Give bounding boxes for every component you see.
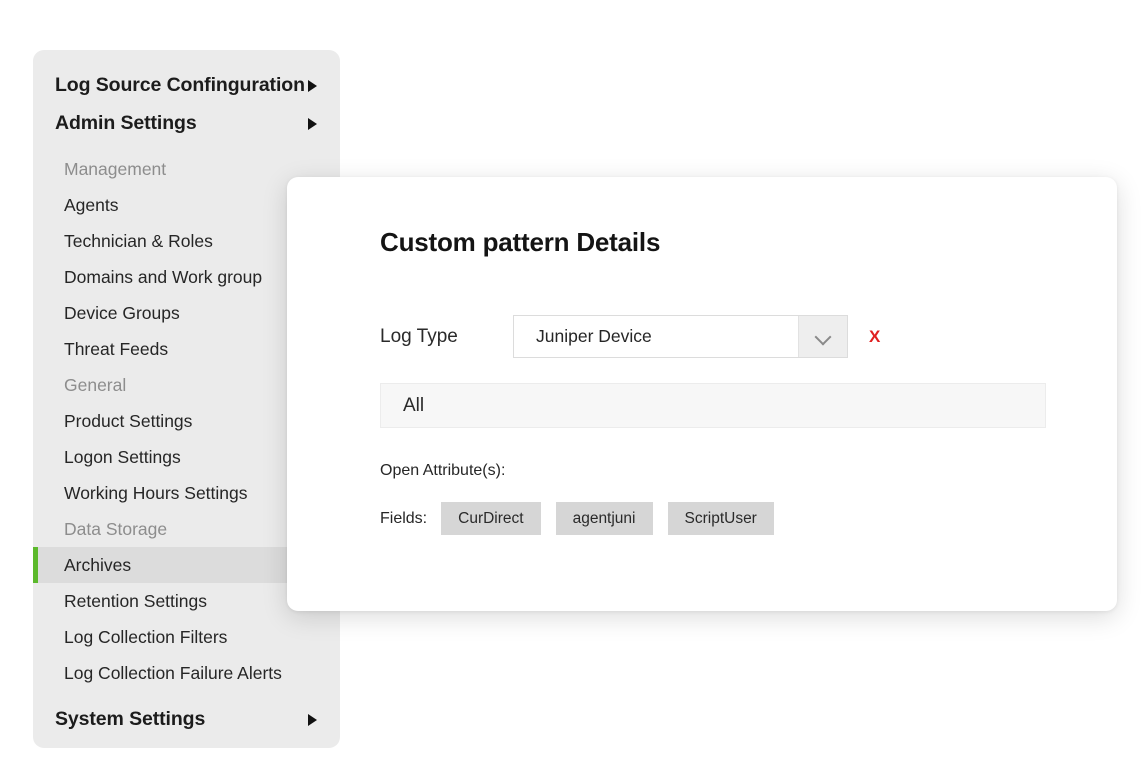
- log-type-select[interactable]: Juniper Device: [513, 315, 848, 358]
- caret-right-icon: [308, 714, 317, 726]
- sidebar-item-label: System Settings: [55, 708, 205, 731]
- log-type-row: Log Type Juniper Device X: [380, 315, 880, 358]
- log-type-selected-value: Juniper Device: [514, 316, 798, 357]
- fields-row: Fields: CurDirect agentjuni ScriptUser: [380, 502, 789, 535]
- chevron-down-icon: [816, 329, 831, 344]
- field-chip[interactable]: agentjuni: [556, 502, 653, 535]
- open-attributes-label: Open Attribute(s):: [380, 462, 505, 480]
- field-chip[interactable]: ScriptUser: [668, 502, 774, 535]
- field-chip[interactable]: CurDirect: [441, 502, 540, 535]
- sidebar-item-label: Admin Settings: [55, 112, 197, 135]
- sidebar-item-log-collection-filters[interactable]: Log Collection Filters: [33, 619, 340, 655]
- caret-right-icon: [308, 118, 317, 130]
- custom-pattern-details-dialog: Custom pattern Details Log Type Juniper …: [287, 177, 1117, 611]
- caret-right-icon: [308, 80, 317, 92]
- sidebar-item-system-settings[interactable]: System Settings: [33, 701, 340, 738]
- sidebar-item-log-source-confinguration[interactable]: Log Source Confinguration: [33, 67, 340, 104]
- log-type-dropdown-button[interactable]: [798, 316, 847, 357]
- remove-log-type-button[interactable]: X: [869, 328, 880, 345]
- dialog-title: Custom pattern Details: [380, 227, 660, 258]
- sidebar-item-admin-settings[interactable]: Admin Settings: [33, 105, 340, 142]
- log-type-label: Log Type: [380, 326, 513, 348]
- sidebar-item-log-collection-failure-alerts[interactable]: Log Collection Failure Alerts: [33, 655, 340, 691]
- sidebar-item-label: Log Source Confinguration: [55, 74, 305, 97]
- fields-label: Fields:: [380, 510, 427, 528]
- pattern-value-field[interactable]: All: [380, 383, 1046, 428]
